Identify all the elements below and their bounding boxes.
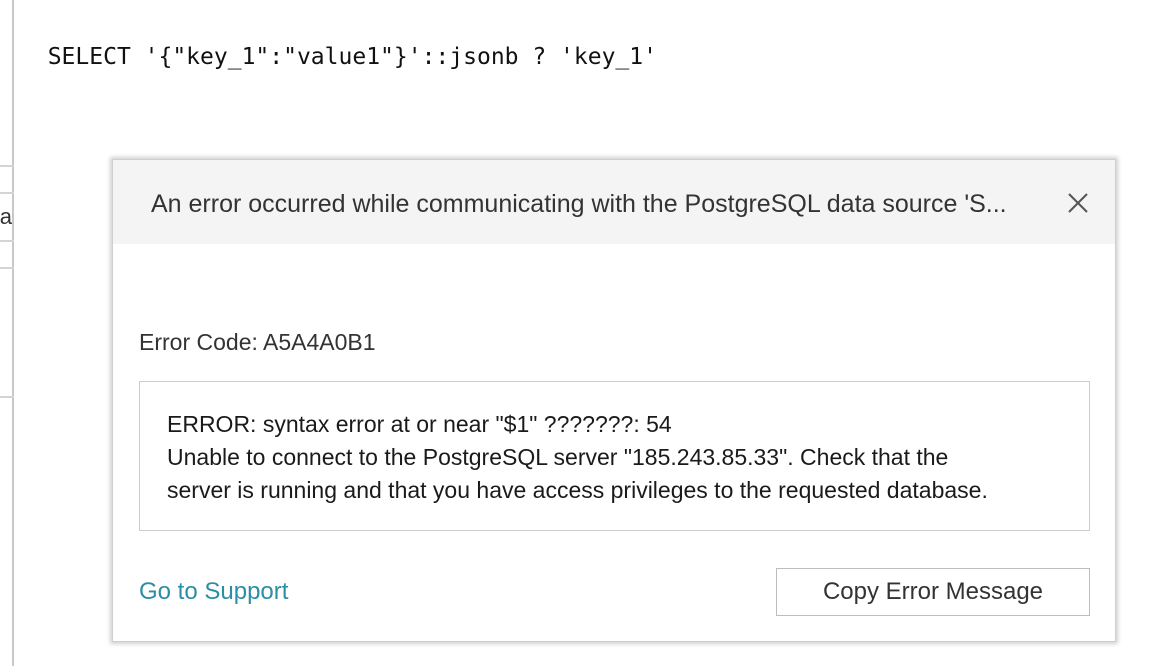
- close-button[interactable]: [1063, 188, 1093, 218]
- gutter-tab[interactable]: Da: [0, 203, 12, 231]
- gutter-divider: [0, 240, 14, 242]
- error-message-line: ERROR: syntax error at or near "$1" ????…: [167, 411, 672, 437]
- left-gutter: Da: [0, 0, 14, 666]
- dialog-title: An error occurred while communicating wi…: [151, 190, 1007, 218]
- error-message-box: ERROR: syntax error at or near "$1" ????…: [139, 381, 1090, 531]
- sql-query-text[interactable]: SELECT '{"key_1":"value1"}'::jsonb ? 'ke…: [48, 44, 657, 70]
- gutter-divider: [0, 165, 14, 167]
- sql-editor[interactable]: SELECT '{"key_1":"value1"}'::jsonb ? 'ke…: [20, 6, 1160, 74]
- close-icon[interactable]: [1063, 188, 1093, 218]
- gutter-tab-label: Da: [0, 204, 12, 229]
- go-to-support-link[interactable]: Go to Support: [139, 576, 288, 608]
- gutter-divider: [0, 267, 14, 269]
- error-dialog: An error occurred while communicating wi…: [112, 159, 1116, 642]
- gutter-divider: [0, 396, 14, 398]
- error-message-line: Unable to connect to the PostgreSQL serv…: [167, 444, 949, 470]
- gutter-divider: [0, 192, 14, 194]
- dialog-header: An error occurred while communicating wi…: [113, 160, 1115, 244]
- copy-error-message-button[interactable]: Copy Error Message: [776, 568, 1090, 616]
- error-message-line: server is running and that you have acce…: [167, 477, 988, 503]
- error-code: Error Code: A5A4A0B1: [139, 329, 376, 355]
